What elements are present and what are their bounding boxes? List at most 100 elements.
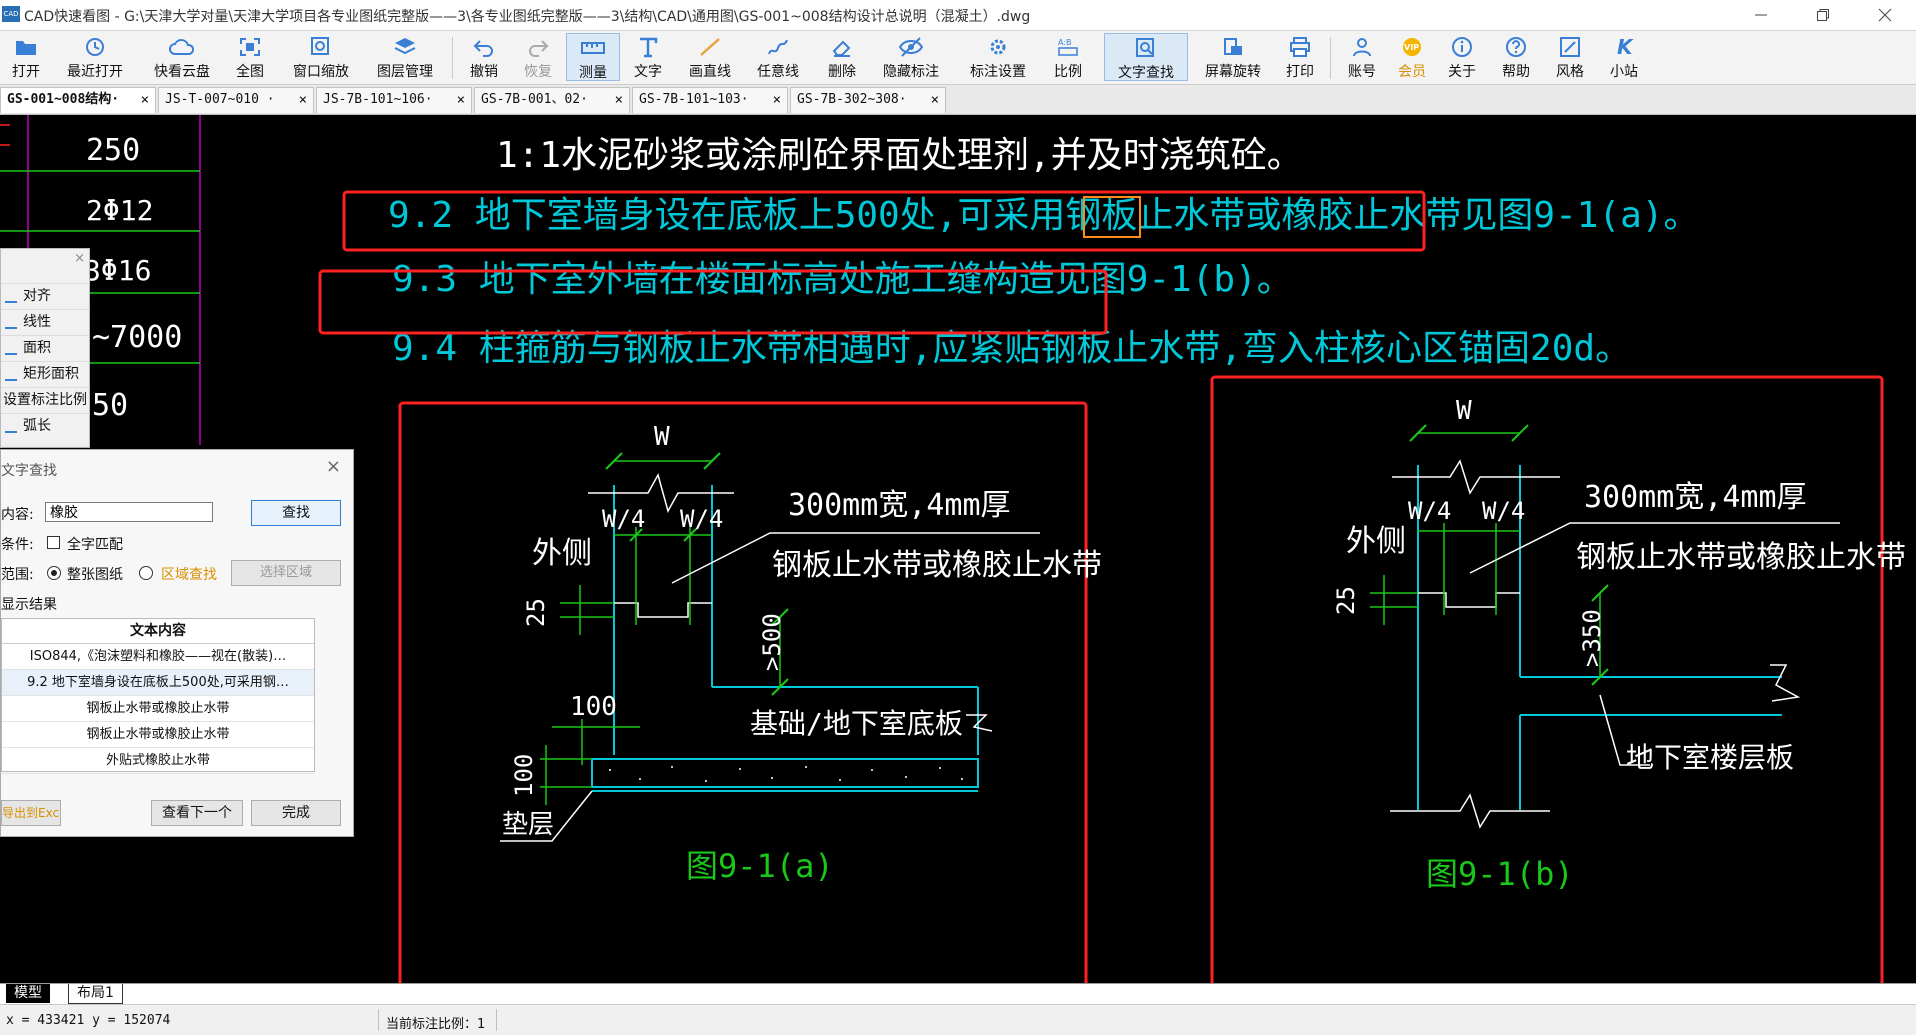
fig-a-W: W — [654, 422, 670, 452]
tab-layout1[interactable]: 布局1 — [68, 984, 123, 1004]
measure-set-scale[interactable]: 设置标注比例 — [1, 387, 89, 412]
style-icon — [1560, 37, 1580, 57]
table-cell: 250 — [86, 133, 140, 168]
minimize-icon — [1755, 14, 1767, 16]
result-row[interactable]: 钢板止水带或橡胶止水带 — [2, 696, 314, 722]
tab-js-7b-101[interactable]: JS-7B-101~106· × — [316, 87, 472, 113]
table-cell: ~7000 — [92, 320, 182, 355]
site-button[interactable]: K 小站 — [1602, 33, 1646, 81]
help-button[interactable]: 帮助 — [1494, 33, 1538, 81]
results-header: 文本内容 — [2, 619, 314, 644]
text-button[interactable]: 文字 — [626, 33, 670, 81]
folder-open-icon — [16, 41, 36, 55]
tab-close-icon[interactable]: × — [615, 88, 623, 112]
close-window-button[interactable] — [1862, 0, 1908, 30]
tab-label: GS-7B-001、02· — [481, 92, 588, 107]
line-label: 画直线 — [689, 64, 731, 80]
select-area-button[interactable]: 选择区域 — [231, 560, 341, 586]
table-cell: 2Φ12 — [86, 194, 153, 227]
hide-annotations-button[interactable]: 隐藏标注 — [874, 33, 948, 81]
freehand-button[interactable]: 任意线 — [748, 33, 808, 81]
fig-a-dim-25: 25 — [522, 598, 550, 627]
recent-button[interactable]: 最近打开 — [58, 33, 132, 81]
search-button[interactable]: 查找 — [251, 500, 341, 526]
k-site-icon: K — [1617, 36, 1634, 58]
content-label: 内容: — [1, 507, 34, 523]
fig-a-W4-left: W/4 — [602, 505, 645, 533]
layers-button[interactable]: 图层管理 — [368, 33, 442, 81]
dialog-close-icon[interactable]: × — [326, 456, 341, 477]
area-measure-icon — [5, 343, 17, 355]
measure-icon — [581, 42, 605, 54]
tab-close-icon[interactable]: × — [457, 88, 465, 112]
measure-arc[interactable]: 弧长 — [1, 413, 89, 438]
measure-rect-area[interactable]: 矩形面积 — [1, 361, 89, 386]
result-row[interactable]: 钢板止水带或橡胶止水带 — [2, 722, 314, 748]
result-row[interactable]: 外贴式橡胶止水带 — [2, 748, 314, 774]
result-row[interactable]: 9.2 地下室墙身设在底板上500处,可采用钢… — [2, 670, 314, 696]
tab-close-icon[interactable]: × — [141, 88, 149, 112]
fig-b-W: W — [1456, 396, 1472, 426]
vip-button[interactable]: VIP 会员 — [1390, 33, 1434, 81]
done-button[interactable]: 完成 — [251, 800, 341, 826]
cloud-button[interactable]: 快看云盘 — [144, 33, 220, 81]
measure-button[interactable]: 测量 — [566, 33, 620, 81]
measure-menu-close-icon[interactable]: × — [74, 251, 85, 266]
tab-gs-7b-001[interactable]: GS-7B-001、02· × — [474, 87, 630, 113]
minimize-button[interactable] — [1738, 0, 1784, 30]
info-icon — [1452, 37, 1472, 57]
result-row[interactable]: ISO844,《泡沫塑料和橡胶——视在(散装)… — [2, 644, 314, 670]
scale-button[interactable]: A:B 比例 — [1046, 33, 1090, 81]
fit-all-icon — [240, 38, 260, 56]
tab-js-t-007[interactable]: JS-T-007~010 · × — [158, 87, 314, 113]
tab-close-icon[interactable]: × — [773, 88, 781, 112]
undo-button[interactable]: 撤销 — [462, 33, 506, 81]
measure-align[interactable]: 对齐 — [1, 283, 89, 308]
results-label: 显示结果 — [1, 597, 57, 613]
range-area-radio[interactable] — [139, 566, 153, 580]
close-icon — [1878, 8, 1892, 22]
delete-button[interactable]: 删除 — [820, 33, 864, 81]
fig-b-caption: 图9-1(b) — [1426, 855, 1574, 893]
rotate-screen-button[interactable]: 屏幕旋转 — [1196, 33, 1270, 81]
note-9-2[interactable]: 9.2 地下室墙身设在底板上500处,可采用钢板止水带或橡胶止水带见图9-1(a… — [388, 195, 1699, 236]
arc-measure-icon — [5, 421, 17, 433]
account-button[interactable]: 账号 — [1340, 33, 1384, 81]
fig-a-dim-100b: 100 — [510, 754, 538, 797]
search-input[interactable]: 橡胶 — [45, 502, 213, 522]
print-button[interactable]: 打印 — [1278, 33, 1322, 81]
fit-all-button[interactable]: 全图 — [228, 33, 272, 81]
open-button[interactable]: 打开 — [4, 33, 48, 81]
fig-b-outer: 外侧 — [1346, 524, 1406, 559]
line-button[interactable]: 画直线 — [680, 33, 740, 81]
maximize-button[interactable] — [1800, 0, 1846, 30]
about-button[interactable]: 关于 — [1440, 33, 1484, 81]
fit-all-label: 全图 — [236, 64, 264, 80]
tab-label: JS-7B-101~106· — [323, 92, 433, 107]
tab-gs-7b-101[interactable]: GS-7B-101~103· × — [632, 87, 788, 113]
export-excel-button[interactable]: 导出到Excel — [1, 800, 61, 826]
text-search-button[interactable]: 文字查找 — [1104, 33, 1188, 81]
measure-menu: × 对齐 线性 面积 矩形面积 设置标注比例 弧长 — [0, 248, 90, 448]
whole-match-checkbox[interactable] — [47, 536, 60, 549]
hide-annotations-label: 隐藏标注 — [883, 64, 939, 80]
tab-model[interactable]: 模型 — [6, 984, 50, 1003]
text-search-dialog: 文字查找 × 内容: 橡胶 查找 条件: 全字匹配 范围: 整张图纸 区域查找 … — [0, 449, 354, 837]
redo-button[interactable]: 恢复 — [516, 33, 560, 81]
tab-close-icon[interactable]: × — [299, 88, 307, 112]
annotation-settings-button[interactable]: 标注设置 — [960, 33, 1036, 81]
account-label: 账号 — [1348, 64, 1376, 80]
tab-gs-7b-302[interactable]: GS-7B-302~308· × — [790, 87, 946, 113]
next-button[interactable]: 查看下一个 — [151, 800, 243, 826]
tab-label: JS-T-007~010 · — [165, 92, 275, 107]
range-whole-radio[interactable] — [47, 566, 61, 580]
measure-area[interactable]: 面积 — [1, 335, 89, 360]
zoom-window-button[interactable]: 窗口缩放 — [284, 33, 358, 81]
text-search-label: 文字查找 — [1118, 65, 1174, 81]
style-label: 风格 — [1556, 64, 1584, 80]
style-button[interactable]: 风格 — [1548, 33, 1592, 81]
tab-close-icon[interactable]: × — [931, 88, 939, 112]
tab-gs-001[interactable]: GS-001~008结构· × — [0, 87, 156, 113]
measure-arc-label: 弧长 — [23, 418, 51, 434]
measure-linear[interactable]: 线性 — [1, 309, 89, 334]
